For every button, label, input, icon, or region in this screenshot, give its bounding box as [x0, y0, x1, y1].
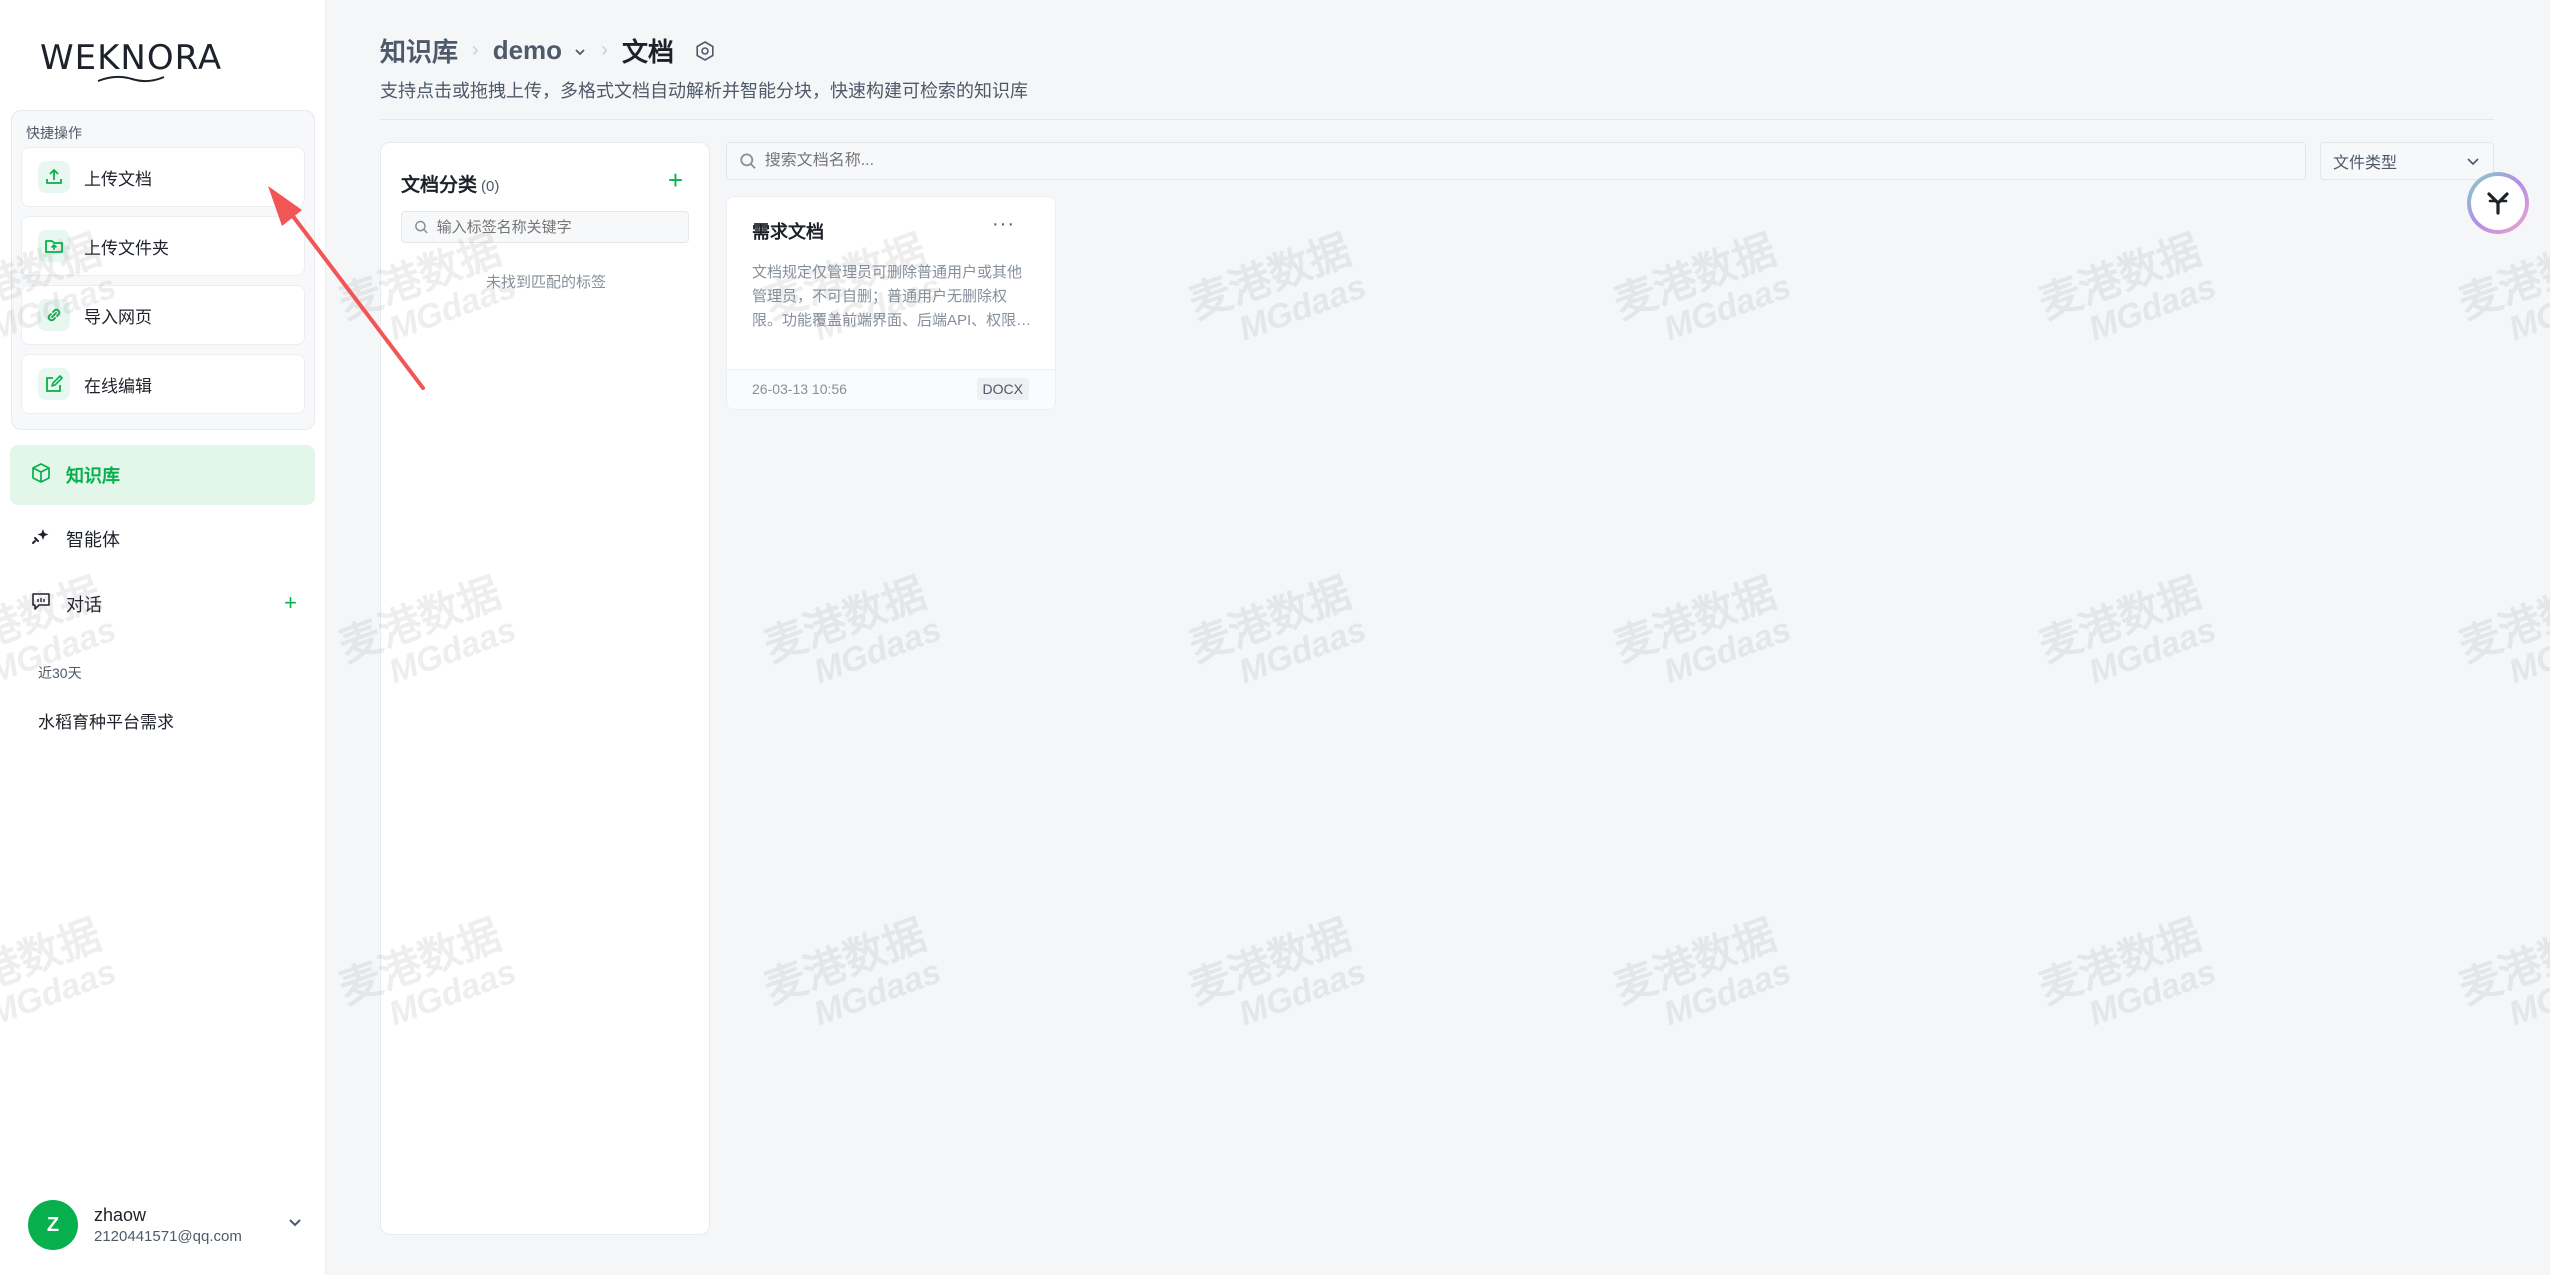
document-title: 需求文档: [752, 222, 824, 242]
online-edit-label: 在线编辑: [84, 376, 152, 396]
chevron-down-icon: [2467, 158, 2479, 166]
nav-item-knowledge-base[interactable]: 知识库: [10, 445, 315, 505]
watermark: 麦港数据MGdaas: [2452, 910, 2550, 1034]
watermark: 麦港数据MGdaas: [1182, 568, 1372, 692]
file-type-select[interactable]: 文件类型: [2320, 142, 2494, 180]
watermark: 麦港数据MGdaas: [2452, 225, 2550, 349]
cube-icon: [30, 462, 52, 489]
breadcrumb-separator-icon: ›: [601, 39, 608, 61]
document-category-panel: 文档分类(0) + 未找到匹配的标签: [380, 142, 710, 1235]
settings-gear-icon[interactable]: [694, 40, 716, 62]
category-empty-text: 未找到匹配的标签: [485, 274, 606, 291]
quick-actions-title: 快捷操作: [26, 125, 82, 141]
watermark: 麦港数据MGdaas: [1182, 225, 1372, 349]
watermark: 麦港数据MGdaas: [1607, 568, 1797, 692]
app-logo[interactable]: WEKNORA: [40, 38, 222, 78]
avatar: Z: [28, 1200, 78, 1250]
breadcrumb-current-page: 文档: [621, 37, 674, 67]
user-email: 2120441571@qq.com: [94, 1228, 242, 1245]
conversation-item[interactable]: 水稻育种平台需求: [38, 708, 174, 733]
upload-folder-button[interactable]: 上传文件夹: [21, 216, 305, 276]
add-category-button[interactable]: +: [668, 165, 683, 196]
chevron-down-icon[interactable]: [287, 1214, 303, 1235]
document-description: 文档规定仅管理员可删除普通用户或其他管理员，不可自删；普通用户无删除权限。功能覆…: [752, 264, 1032, 329]
upload-folder-label: 上传文件夹: [84, 238, 169, 258]
watermark: 麦港数据MGdaas: [757, 568, 947, 692]
watermark: 麦港数据MGdaas: [1607, 910, 1797, 1034]
nav-item-label: 智能体: [66, 530, 120, 550]
user-menu[interactable]: Z zhaow 2120441571@qq.com: [28, 1198, 303, 1252]
chat-icon: [30, 591, 52, 618]
upload-icon: [38, 161, 70, 193]
link-icon: [38, 299, 70, 331]
file-type-placeholder: 文件类型: [2333, 155, 2398, 172]
watermark: 麦港数据MGdaas: [2032, 568, 2222, 692]
search-icon: [415, 220, 428, 234]
logo-swoosh-icon: [97, 75, 165, 83]
watermark: 麦港数据MGdaas: [1182, 910, 1372, 1034]
nav-item-conversations[interactable]: 对话 +: [10, 574, 315, 634]
document-type-badge: DOCX: [976, 378, 1029, 400]
page-subtitle: 支持点击或拖拽上传，多格式文档自动解析并智能分块，快速构建可检索的知识库: [380, 81, 1028, 101]
breadcrumb: 知识库 › demo › 文档: [380, 32, 716, 69]
online-edit-button[interactable]: 在线编辑: [21, 354, 305, 414]
breadcrumb-knowledge-base-select[interactable]: demo: [493, 35, 588, 66]
category-title: 文档分类 (0): [401, 170, 499, 197]
nav-item-label: 知识库: [66, 466, 120, 486]
watermark: 麦港数据MGdaas: [2452, 568, 2550, 692]
import-webpage-label: 导入网页: [84, 307, 152, 327]
new-conversation-button[interactable]: +: [284, 590, 297, 616]
document-card-footer: 26-03-13 10:56 DOCX: [727, 369, 1055, 409]
user-name: zhaow: [94, 1205, 147, 1225]
category-search-field[interactable]: [401, 211, 689, 243]
document-card[interactable]: 需求文档 ··· 文档规定仅管理员可删除普通用户或其他管理员，不可自删；普通用户…: [726, 196, 1056, 410]
divider: [380, 119, 2494, 120]
floating-assistant-button[interactable]: [2467, 172, 2529, 234]
document-search-input[interactable]: [764, 152, 2305, 170]
breadcrumb-kb-name: demo: [492, 35, 563, 65]
upload-document-button[interactable]: 上传文档: [21, 147, 305, 207]
category-title-text: 文档分类: [401, 175, 478, 196]
watermark: 麦港数据MGdaas: [2032, 910, 2222, 1034]
breadcrumb-separator-icon: ›: [472, 39, 479, 61]
user-info: zhaow 2120441571@qq.com: [94, 1205, 242, 1245]
watermark: 麦港数据MGdaas: [2032, 225, 2222, 349]
category-count: (0): [481, 178, 500, 195]
category-search-input[interactable]: [436, 218, 688, 236]
watermark: 麦港数据MGdaas: [757, 910, 947, 1034]
document-search-field[interactable]: [726, 142, 2306, 180]
sparkle-icon: [30, 526, 52, 553]
folder-upload-icon: [38, 230, 70, 262]
watermark: 麦港数据MGdaas: [1607, 225, 1797, 349]
nav-item-label: 对话: [66, 595, 102, 615]
upload-document-label: 上传文档: [84, 169, 152, 189]
import-webpage-button[interactable]: 导入网页: [21, 285, 305, 345]
search-icon: [740, 153, 756, 169]
document-timestamp: 26-03-13 10:56: [752, 381, 847, 397]
breadcrumb-knowledge-base[interactable]: 知识库: [380, 32, 458, 69]
recent-section-title: 近30天: [38, 665, 82, 681]
edit-icon: [38, 368, 70, 400]
chevron-down-icon: [575, 49, 585, 56]
more-options-icon[interactable]: ···: [992, 213, 1015, 236]
nav-item-agents[interactable]: 智能体: [10, 509, 315, 569]
assistant-icon: [2471, 176, 2525, 230]
quick-actions-panel: 快捷操作 上传文档 上传文件夹 导入网页 在线编辑: [11, 110, 315, 430]
sidebar: WEKNORA 快捷操作 上传文档 上传文件夹 导入网页 在线编辑 知识库 智能…: [0, 0, 326, 1275]
